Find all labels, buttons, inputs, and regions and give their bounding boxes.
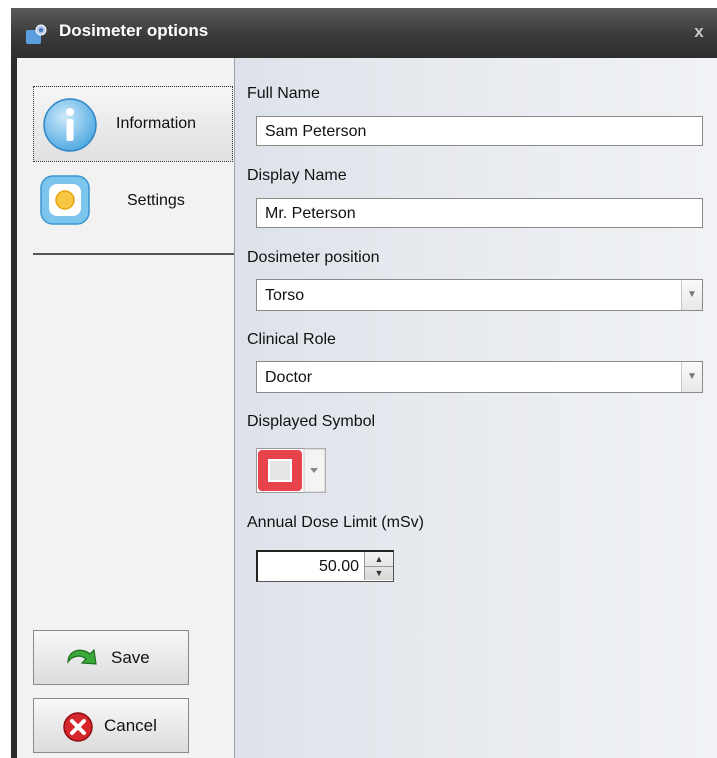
sidebar: Information Settings Save Cancel (17, 58, 238, 758)
stepper-up-icon[interactable]: ▲ (365, 552, 393, 567)
annual-dose-limit-stepper[interactable]: 50.00 ▲ ▼ (256, 550, 394, 582)
save-label: Save (111, 648, 150, 667)
sidebar-divider (33, 253, 238, 255)
sidebar-item-information[interactable]: Information (33, 86, 233, 162)
dosimeter-position-select[interactable]: Torso ▼ (256, 279, 703, 311)
info-icon (43, 98, 97, 152)
symbol-swatch-icon (256, 448, 326, 493)
sidebar-item-settings[interactable]: Settings (33, 174, 233, 240)
dosimeter-position-value: Torso (265, 287, 305, 304)
full-name-label: Full Name (247, 85, 320, 102)
cancel-icon (63, 712, 93, 742)
dosimeter-position-label: Dosimeter position (247, 249, 380, 266)
dosimeter-options-window: Dosimeter options x Information Settings… (11, 8, 717, 758)
stepper-down-icon[interactable]: ▼ (365, 566, 393, 580)
sidebar-item-label: Settings (127, 192, 185, 209)
window-title: Dosimeter options (59, 21, 209, 40)
sidebar-item-label: Information (116, 115, 197, 132)
chevron-down-icon[interactable]: ▼ (681, 362, 702, 392)
display-name-field[interactable]: Mr. Peterson (256, 198, 703, 228)
save-arrow-icon (67, 648, 97, 665)
clinical-role-select[interactable]: Doctor ▼ (256, 361, 703, 393)
title-bar: Dosimeter options x (11, 8, 717, 58)
save-button[interactable]: Save (33, 630, 189, 685)
clinical-role-label: Clinical Role (247, 331, 336, 348)
clinical-role-value: Doctor (265, 369, 313, 386)
annual-dose-limit-value: 50.00 (318, 558, 359, 575)
display-name-label: Display Name (247, 167, 347, 184)
form-panel (234, 58, 717, 758)
cancel-label: Cancel (104, 716, 157, 735)
chevron-down-icon[interactable]: ▼ (681, 280, 702, 310)
dosimeter-app-icon (26, 24, 47, 44)
displayed-symbol-label: Displayed Symbol (247, 413, 376, 430)
cancel-button[interactable]: Cancel (33, 698, 189, 753)
settings-icon (40, 175, 90, 225)
full-name-field[interactable]: Sam Peterson (256, 116, 703, 146)
stepper-buttons: ▲ ▼ (364, 552, 393, 580)
close-icon[interactable]: x (691, 22, 707, 42)
annual-dose-limit-label: Annual Dose Limit (mSv) (247, 514, 424, 531)
displayed-symbol-select[interactable] (256, 448, 326, 493)
